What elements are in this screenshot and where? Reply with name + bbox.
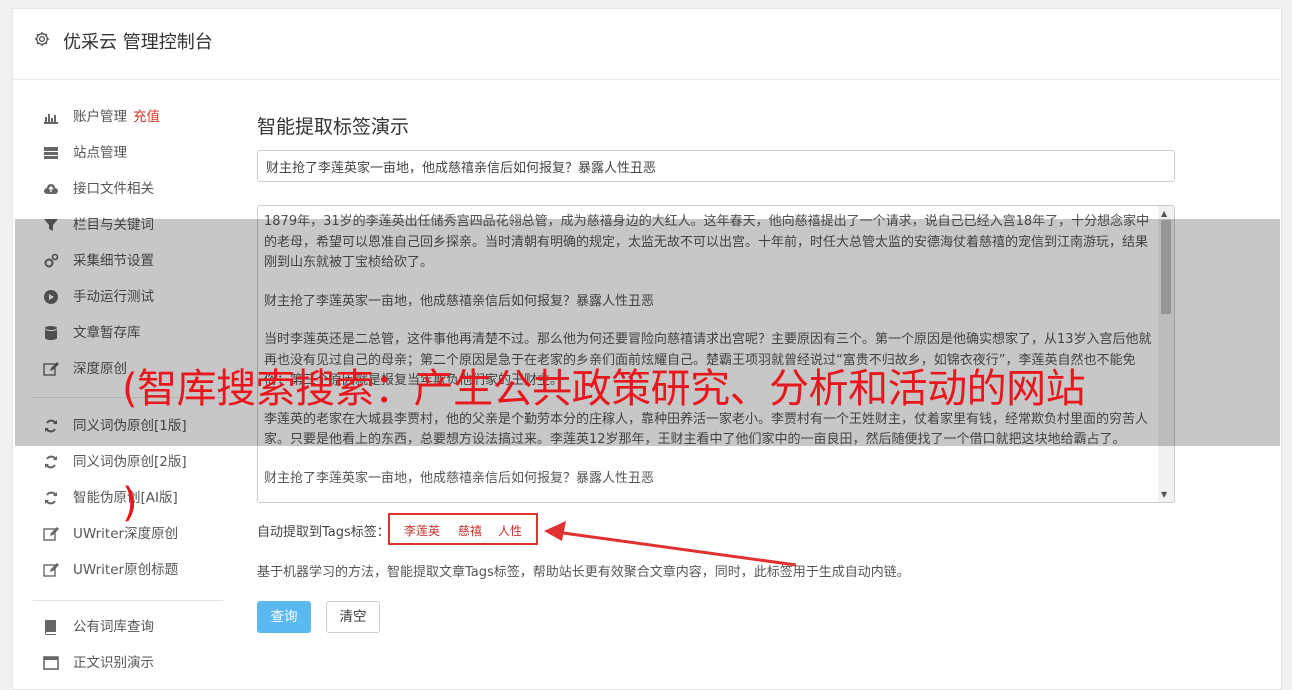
- page-title: 优采云 管理控制台: [63, 32, 213, 53]
- sidebar-item-label: 接口文件相关: [73, 181, 154, 197]
- feature-description: 基于机器学习的方法，智能提取文章Tags标签，帮助站长更有效聚合文章内容，同时，…: [257, 565, 910, 580]
- tag-item: 人性: [498, 524, 523, 538]
- tag-item: 慈禧: [458, 524, 483, 538]
- scroll-down-arrow-icon[interactable]: ▼: [1161, 490, 1167, 499]
- cloud-upload-icon: [44, 184, 58, 194]
- edit-icon: [43, 527, 59, 541]
- sidebar-item-label: 站点管理: [73, 145, 127, 161]
- tags-highlight-box: 李莲英 慈禧 人性: [388, 513, 538, 545]
- clear-button[interactable]: 清空: [326, 601, 380, 633]
- refresh-icon: [45, 455, 57, 469]
- tags-label: 自动提取到Tags标签：: [257, 525, 390, 540]
- sidebar-item-label: 同义词伪原创[2版]: [73, 454, 187, 470]
- sidebar-item-label: UWriter原创标题: [73, 562, 179, 578]
- scroll-up-arrow-icon[interactable]: ▲: [1161, 209, 1167, 218]
- watermark-text: (智库搜索搜索：产生公共政策研究、分析和活动的网站: [122, 366, 1086, 412]
- title-input[interactable]: [257, 150, 1175, 182]
- header: 优采云 管理控制台: [13, 9, 1281, 80]
- sidebar-divider: [33, 600, 223, 601]
- sidebar-item-label: 正文识别演示: [73, 655, 154, 671]
- query-button[interactable]: 查询: [257, 601, 311, 633]
- sidebar-item-label: 公有词库查询: [73, 619, 154, 635]
- refresh-icon: [45, 491, 57, 505]
- watermark-text-tail: ): [122, 480, 138, 526]
- sidebar-item-label: 账户管理: [73, 109, 127, 125]
- article-paragraph: 财主抢了李莲英家一亩地，他成慈禧亲信后如何报复？暴露人性丑恶: [264, 470, 655, 486]
- window-icon: [43, 656, 59, 670]
- bar-chart-icon: [44, 114, 58, 124]
- tag-item: 李莲英: [404, 524, 441, 538]
- edit-icon: [43, 563, 59, 577]
- section-heading: 智能提取标签演示: [257, 116, 410, 138]
- recharge-link[interactable]: 充值: [133, 109, 160, 125]
- server-icon: [44, 147, 58, 159]
- book-icon: [45, 620, 56, 635]
- gear-icon: [34, 31, 50, 47]
